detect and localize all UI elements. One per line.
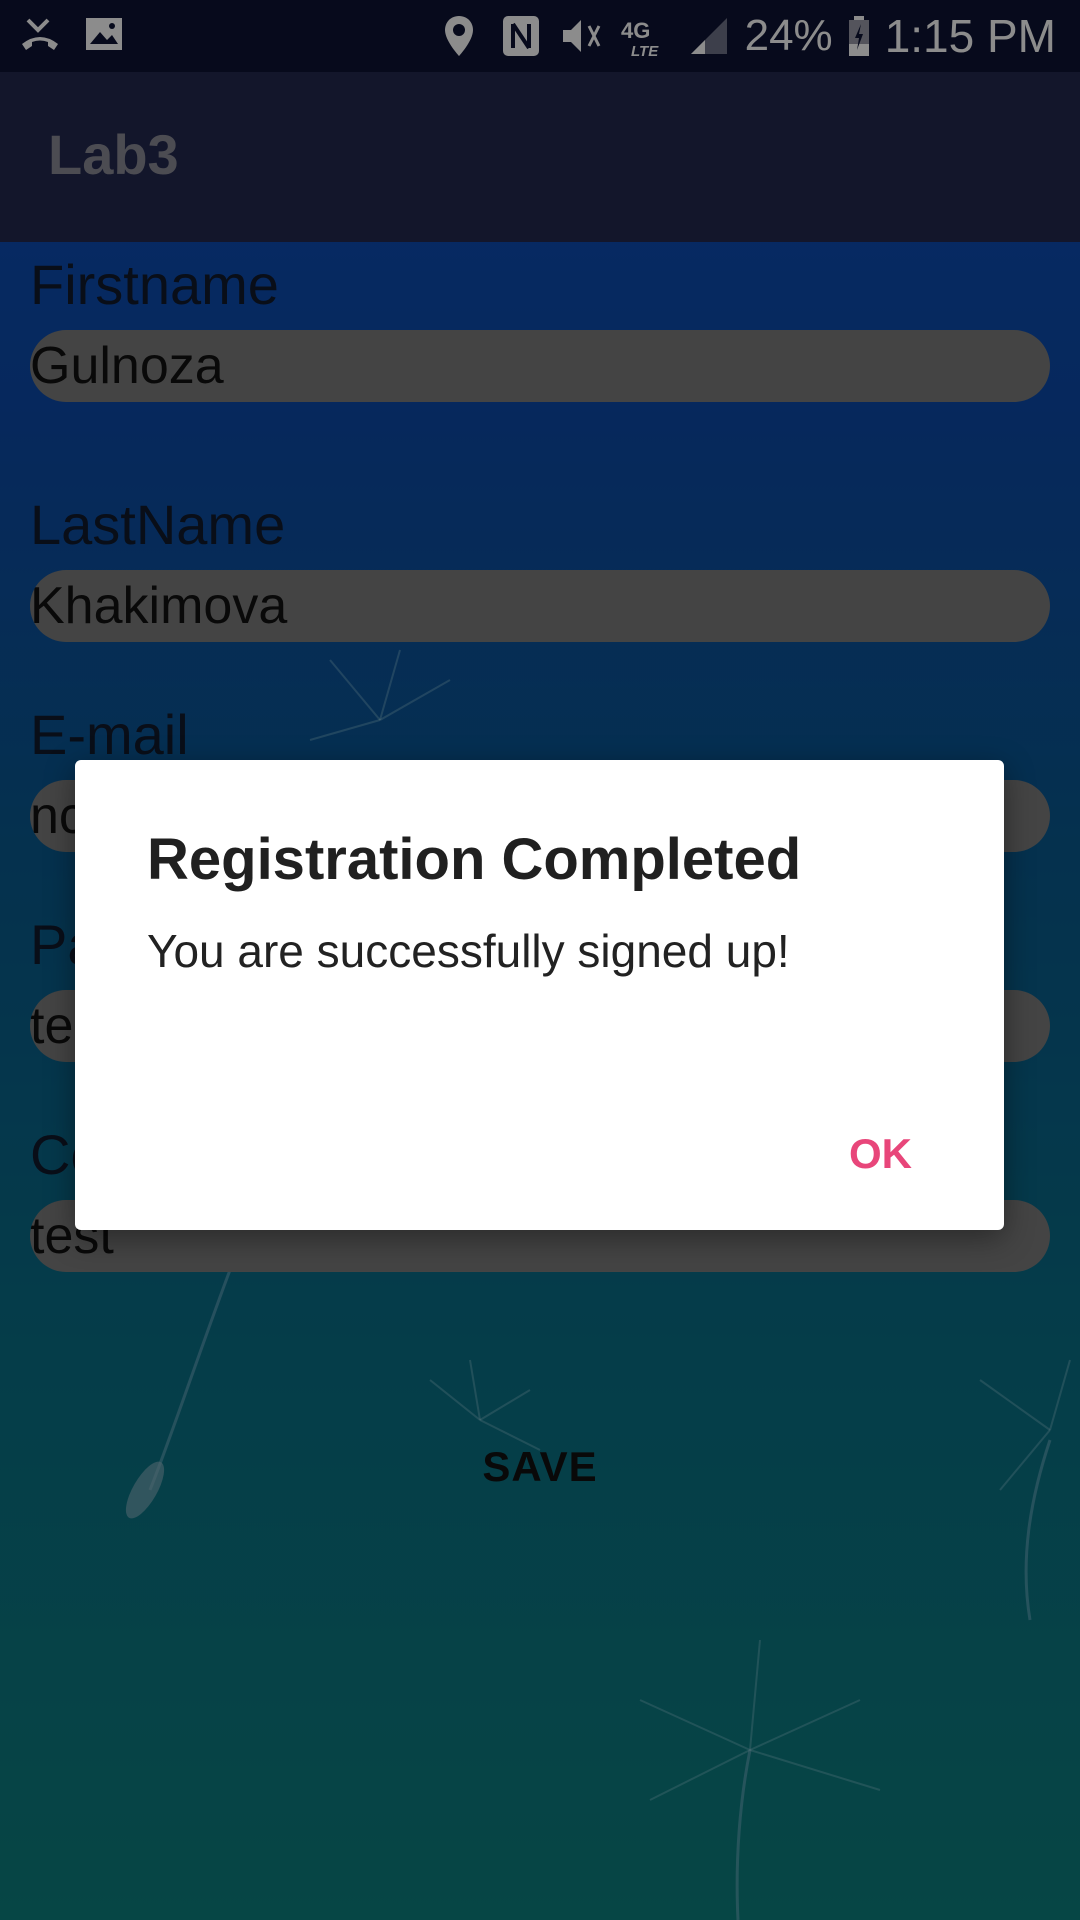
registration-dialog: Registration Completed You are successfu… [75,760,1004,1230]
dialog-title: Registration Completed [147,827,802,892]
ok-button[interactable]: OK [837,1120,924,1188]
dialog-message: You are successfully signed up! [147,925,790,977]
